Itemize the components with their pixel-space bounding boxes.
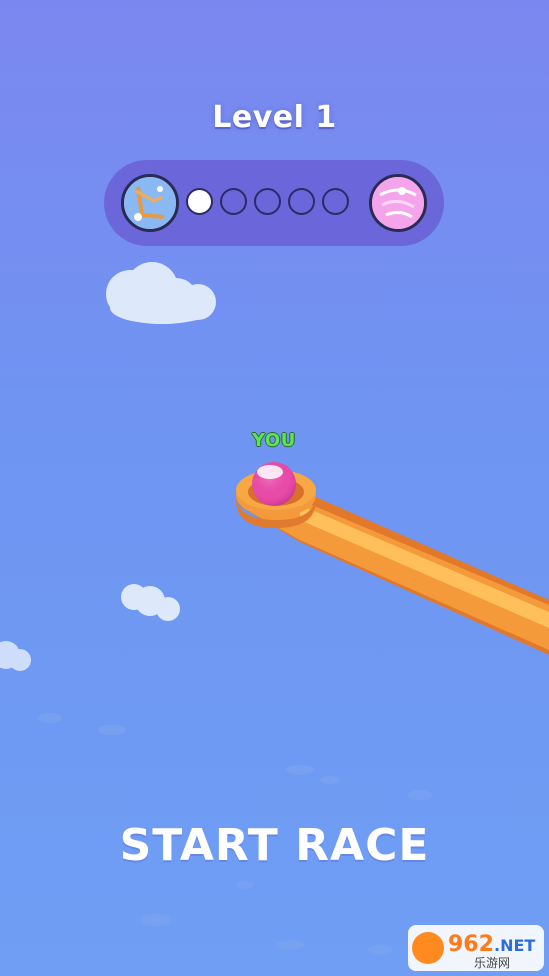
game-scene[interactable]: 962 .NET 乐游网 Level 1 YOU START RACE: [0, 0, 549, 976]
stage-dot: [288, 188, 315, 215]
cloud-icon: [121, 584, 180, 621]
svg-text:乐游网: 乐游网: [474, 956, 510, 970]
stage-dot: [254, 188, 281, 215]
level-progress-bar: [104, 160, 444, 246]
player-label: YOU: [252, 430, 296, 451]
pink-track-level-icon: [369, 174, 427, 232]
stage-dot: [220, 188, 247, 215]
svg-text:962: 962: [448, 932, 494, 957]
wooden-track-level-icon: [121, 174, 179, 232]
player-ball: [252, 462, 296, 506]
svg-text:.NET: .NET: [494, 936, 535, 955]
stage-dot: [322, 188, 349, 215]
start-race-button[interactable]: START RACE: [0, 820, 549, 871]
stage-dots: [186, 188, 349, 215]
cloud-icon: [0, 641, 31, 671]
site-watermark-logo: 962 .NET 乐游网: [408, 925, 544, 971]
cloud-icon: [106, 262, 216, 324]
level-title: Level 1: [212, 100, 337, 135]
stage-dot-completed: [186, 188, 213, 215]
